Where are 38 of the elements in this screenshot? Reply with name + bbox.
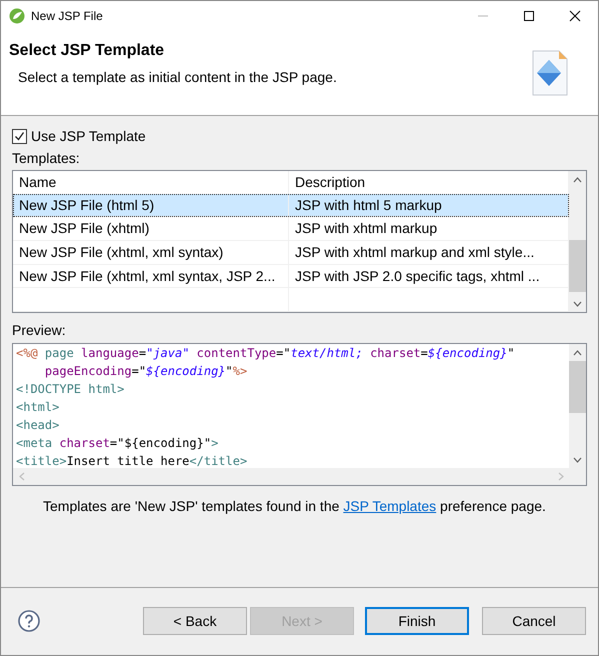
table-row[interactable]: New JSP File (xhtml) JSP with xhtml markup <box>13 217 569 242</box>
scrollbar[interactable] <box>569 171 586 312</box>
code-line: <meta charset="${encoding}"> <box>16 435 220 452</box>
scroll-down-icon[interactable] <box>573 300 582 306</box>
scroll-down-icon[interactable] <box>573 456 582 462</box>
jsp-file-icon <box>532 50 568 96</box>
window-title: New JSP File <box>31 9 104 23</box>
code-line: <head> <box>16 417 60 434</box>
info-text: Templates are 'New JSP' templates found in the JSP Templates preference page. <box>43 498 547 514</box>
close-icon[interactable] <box>569 10 581 22</box>
table-cell: New JSP File (xhtml, xml syntax) <box>13 241 289 264</box>
scroll-up-icon[interactable] <box>573 176 582 182</box>
section-label: Preview: <box>12 322 67 338</box>
app-icon <box>9 8 25 24</box>
scroll-up-icon[interactable] <box>573 350 582 356</box>
table-cell: New JSP File (html 5) <box>13 194 289 216</box>
preferences-link[interactable]: JSP Templates <box>343 498 436 514</box>
scrollbar[interactable] <box>569 344 586 468</box>
checkbox-label[interactable]: Use JSP Template <box>31 128 146 144</box>
maximize-icon[interactable] <box>523 10 535 22</box>
page-title: Select JSP Template <box>9 42 166 60</box>
table-cell: New JSP File (xhtml) <box>13 217 289 240</box>
table-row[interactable]: New JSP File (html 5) JSP with html 5 markup <box>13 194 569 218</box>
dialog-button[interactable]: Finish <box>365 606 469 634</box>
code-line: <title>Insert title here</title> <box>16 453 248 468</box>
dialog-button[interactable]: < Back <box>143 606 247 634</box>
table-cell: New JSP File (xhtml, xml syntax, JSP 2... <box>13 264 289 288</box>
help-icon[interactable] <box>18 610 40 632</box>
table-row[interactable]: New JSP File (xhtml, xml syntax, JSP 2... JSP with JSP 2.0 specific tags, xhtml ... <box>13 264 569 288</box>
code-line: <!DOCTYPE html> <box>16 381 126 398</box>
code-line: pageEncoding="${encoding}"%> <box>44 363 248 380</box>
section-label: Templates: <box>12 150 81 166</box>
checkbox[interactable] <box>12 128 27 144</box>
page-description: Select a template as initial content in the JSP page. <box>18 69 338 85</box>
dialog-button[interactable]: Cancel <box>482 606 586 634</box>
table-row[interactable]: New JSP File (xhtml, xml syntax) JSP with xhtml markup and xml style... <box>13 241 569 265</box>
code-line: <%@ page language="java" contentType="text/html; charset=${encoding}" <box>16 345 516 362</box>
code-line: <html> <box>16 399 60 416</box>
